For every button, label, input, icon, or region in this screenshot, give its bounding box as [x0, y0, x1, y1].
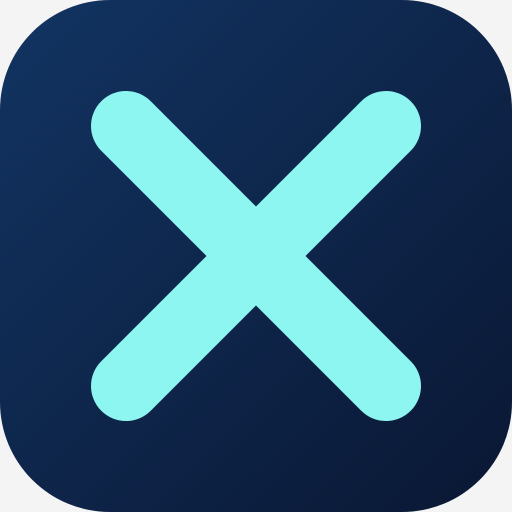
icon-canvas — [0, 0, 512, 512]
app-icon[interactable] — [0, 0, 512, 512]
